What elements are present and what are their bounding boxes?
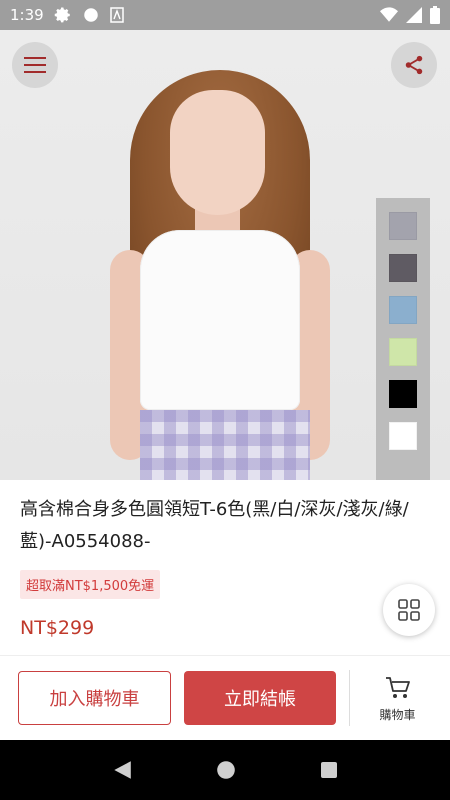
gear-icon bbox=[54, 7, 70, 23]
color-swatch[interactable] bbox=[389, 296, 417, 324]
add-to-cart-button[interactable]: 加入購物車 bbox=[18, 671, 171, 725]
a-icon bbox=[109, 7, 124, 23]
battery-icon bbox=[430, 6, 440, 24]
recents-icon[interactable] bbox=[319, 760, 339, 780]
circle-icon bbox=[83, 8, 98, 22]
product-info: 高含棉合身多色圓領短T-6色(黑/白/深灰/淺灰/綠/藍)-A0554088- … bbox=[0, 480, 450, 639]
divider bbox=[349, 670, 350, 726]
share-icon bbox=[405, 55, 423, 75]
cart-icon bbox=[385, 677, 410, 698]
checkout-button[interactable]: 立即結帳 bbox=[184, 671, 336, 725]
cart-button[interactable]: 購物車 bbox=[355, 676, 440, 732]
status-bar: 1:39 bbox=[0, 0, 450, 30]
product-price: NT$299 bbox=[20, 617, 95, 639]
back-icon[interactable] bbox=[111, 759, 133, 781]
signal-icon bbox=[406, 7, 422, 23]
grid-icon bbox=[398, 599, 420, 621]
android-nav-bar bbox=[0, 740, 450, 800]
menu-icon bbox=[24, 57, 46, 73]
product-title: 高含棉合身多色圓領短T-6色(黑/白/深灰/淺灰/綠/藍)-A0554088- bbox=[20, 499, 409, 552]
color-swatch[interactable] bbox=[389, 380, 417, 408]
grid-view-button[interactable] bbox=[383, 584, 435, 636]
share-button[interactable] bbox=[391, 42, 437, 88]
bottom-action-bar: 加入購物車 立即結帳 購物車 bbox=[0, 655, 450, 740]
color-swatch[interactable] bbox=[389, 422, 417, 450]
model-illustration bbox=[100, 50, 340, 480]
cart-label: 購物車 bbox=[379, 708, 416, 722]
color-swatch[interactable] bbox=[389, 212, 417, 240]
color-swatch[interactable] bbox=[389, 338, 417, 366]
wifi-icon bbox=[380, 7, 398, 22]
color-swatch-panel bbox=[376, 198, 430, 480]
menu-button[interactable] bbox=[12, 42, 58, 88]
home-icon[interactable] bbox=[215, 759, 237, 781]
shipping-badge: 超取滿NT$1,500免運 bbox=[20, 570, 161, 599]
status-time: 1:39 bbox=[10, 6, 44, 24]
color-swatch[interactable] bbox=[389, 254, 417, 282]
